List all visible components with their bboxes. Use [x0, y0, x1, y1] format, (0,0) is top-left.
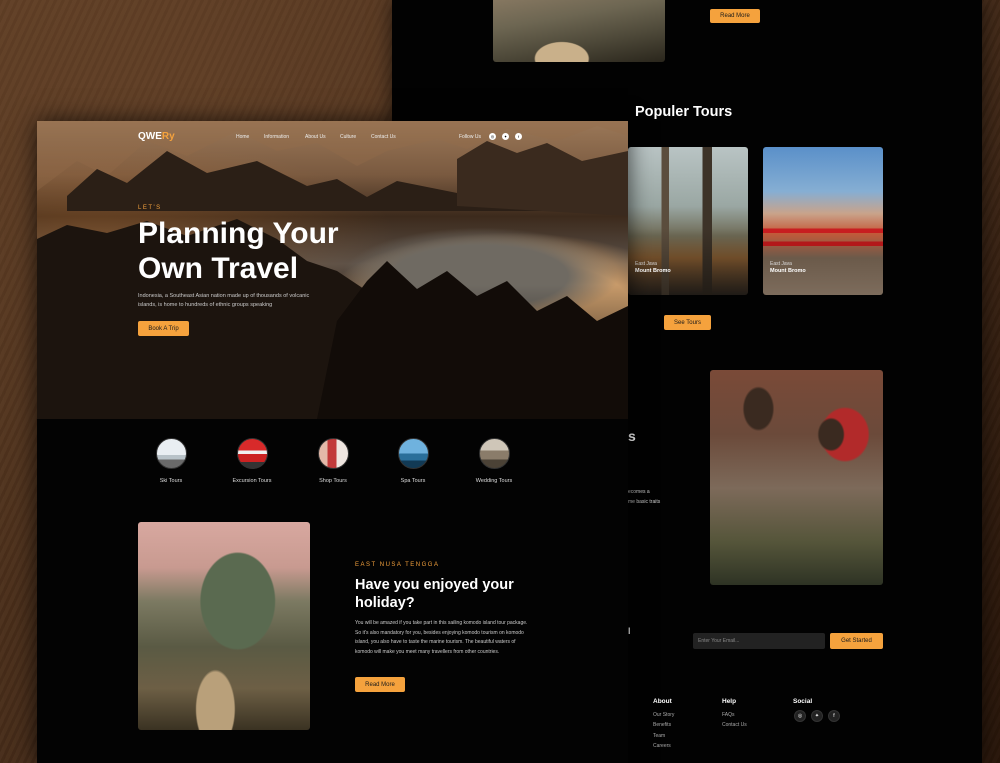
footer-link[interactable]: Contact Us: [722, 720, 747, 731]
section-text-cut-2: me basic traits: [628, 499, 661, 505]
tour-card-1[interactable]: East Java Mount Bromo: [628, 147, 748, 295]
front-page-mockup: QWERy Home Information About Us Culture …: [37, 121, 628, 763]
section-text-cut-1: ecomes a: [628, 489, 650, 495]
logo-accent: Ry: [161, 131, 175, 142]
enjoy-eyebrow: EAST NUSA TENGGA: [355, 562, 440, 568]
tour-card-2[interactable]: East Java Mount Bromo: [763, 147, 883, 295]
category-wedding-tours[interactable]: Wedding Tours: [464, 438, 524, 484]
twitter-icon[interactable]: ✦: [502, 133, 509, 140]
book-a-trip-button[interactable]: Book A Trip: [138, 321, 189, 336]
instagram-icon[interactable]: ◎: [489, 133, 496, 140]
nav-information[interactable]: Information: [264, 134, 289, 140]
footer-help-title: Help: [722, 698, 737, 705]
popular-tours-title: Populer Tours: [635, 104, 733, 120]
shop-tours-image: [317, 438, 349, 469]
see-tours-button[interactable]: See Tours: [664, 315, 711, 330]
enjoy-description: You will be amazed if you take part in t…: [355, 620, 528, 655]
top-nav: QWERy Home Information About Us Culture …: [37, 131, 628, 145]
footer-about: About Our Story Benefits Team Careers: [653, 697, 674, 752]
read-more-button-top[interactable]: Read More: [710, 9, 760, 23]
category-label: Wedding Tours: [475, 478, 513, 484]
nav-contact-us[interactable]: Contact Us: [371, 134, 396, 140]
tour-name: Mount Bromo: [770, 268, 806, 274]
tour-location: East Java: [770, 261, 792, 267]
section-heading-cut: s: [628, 428, 636, 444]
read-more-button[interactable]: Read More: [355, 677, 405, 692]
excursion-tours-image: [236, 438, 268, 469]
instagram-icon[interactable]: ◎: [794, 710, 806, 722]
tour-card-1-caption: East Java Mount Bromo: [635, 261, 671, 275]
tour-card-2-caption: East Java Mount Bromo: [770, 261, 806, 275]
site-logo[interactable]: QWERy: [138, 131, 175, 142]
footer-link[interactable]: Benefits: [653, 720, 674, 731]
spa-tours-image: [397, 438, 429, 469]
tour-location: East Java: [635, 261, 657, 267]
hero-title: Planning Your Own Travel: [138, 217, 339, 285]
wedding-tours-image: [478, 438, 510, 469]
follow-us-label: Follow Us: [459, 134, 481, 140]
tour-name: Mount Bromo: [635, 268, 671, 274]
footer-link[interactable]: Careers: [653, 741, 674, 752]
category-label: Excursion Tours: [232, 478, 272, 484]
footer-link[interactable]: FAQs: [722, 710, 747, 721]
category-shop-tours[interactable]: Shop Tours: [303, 438, 363, 484]
facebook-icon[interactable]: f: [828, 710, 840, 722]
facebook-icon[interactable]: f: [515, 133, 522, 140]
footer-social: Social: [793, 697, 812, 710]
nav-home[interactable]: Home: [236, 134, 249, 140]
category-label: Spa Tours: [400, 478, 426, 484]
category-label: Ski Tours: [159, 478, 183, 484]
hero-section: QWERy Home Information About Us Culture …: [37, 121, 628, 419]
category-spa-tours[interactable]: Spa Tours: [383, 438, 443, 484]
footer-link[interactable]: Team: [653, 731, 674, 742]
nav-about-us[interactable]: About Us: [305, 134, 326, 140]
logo-main: QWE: [138, 131, 162, 142]
twitter-icon[interactable]: ✦: [811, 710, 823, 722]
ski-tours-image: [155, 438, 187, 469]
footer-about-title: About: [653, 698, 672, 705]
hero-description: Indonesia, a Southeast Asian nation made…: [138, 293, 310, 308]
get-started-button[interactable]: Get Started: [830, 633, 883, 649]
enjoy-title: Have you enjoyed your holiday?: [355, 577, 514, 611]
email-input[interactable]: Enter Your Email...: [693, 633, 825, 649]
category-excursion-tours[interactable]: Excursion Tours: [222, 438, 282, 484]
category-ski-tours[interactable]: Ski Tours: [141, 438, 201, 484]
nav-culture[interactable]: Culture: [340, 134, 356, 140]
footer-social-title: Social: [793, 698, 813, 705]
category-label: Shop Tours: [319, 478, 347, 484]
footer-link[interactable]: Our Story: [653, 710, 674, 721]
newsletter-heading-cut: l: [628, 626, 631, 636]
mountain-road-image: [493, 0, 665, 62]
footer-help: Help FAQs Contact Us: [722, 697, 747, 731]
culture-image: [710, 370, 883, 585]
holiday-image: [138, 522, 310, 730]
hero-eyebrow: LET'S: [138, 205, 162, 211]
